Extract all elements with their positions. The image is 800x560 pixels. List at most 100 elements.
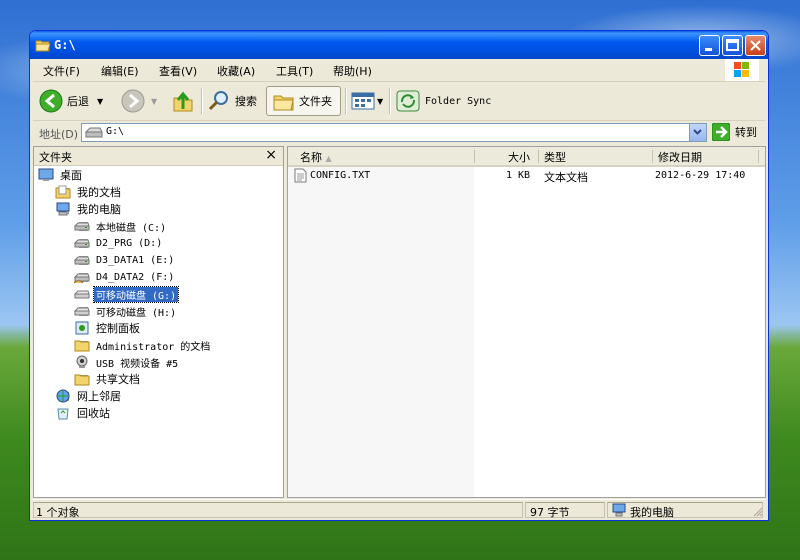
back-label: 后退	[67, 95, 89, 108]
menu-help[interactable]: 帮助(H)	[333, 63, 372, 79]
go-arrow-icon	[712, 123, 730, 141]
column-header-size[interactable]: 大小	[508, 149, 530, 165]
control-panel-icon	[75, 321, 89, 335]
windows-logo	[725, 59, 759, 81]
network-icon	[56, 389, 70, 403]
menu-edit[interactable]: 编辑(E)	[101, 63, 139, 79]
my-computer-icon	[612, 503, 626, 517]
file-modified: 2012-6-29 17:40	[655, 170, 746, 181]
recycle-bin-icon	[57, 408, 69, 420]
chevron-down-icon	[693, 129, 702, 135]
column-header-modified[interactable]: 修改日期	[658, 149, 702, 165]
status-location: 我的电脑	[630, 506, 674, 519]
tree-item[interactable]: 桌面	[38, 167, 84, 183]
sorted-column-background	[288, 167, 474, 497]
folder-icon	[74, 374, 90, 386]
removable-drive-icon	[74, 290, 90, 299]
tree-item[interactable]: D3_DATA1 (E:)	[74, 252, 176, 268]
up-folder-icon	[173, 91, 193, 112]
tree-item[interactable]: 可移动磁盘 (G:)	[74, 285, 180, 303]
minimize-button[interactable]	[699, 35, 720, 56]
close-button[interactable]	[745, 35, 766, 56]
tree-item[interactable]: 回收站	[55, 405, 112, 421]
search-label: 搜索	[235, 95, 257, 108]
close-icon	[750, 40, 761, 51]
folders-label: 文件夹	[299, 95, 332, 108]
tree-item[interactable]: 控制面板	[74, 320, 142, 336]
maximize-icon	[726, 39, 739, 51]
tree-item[interactable]: 本地磁盘 (C:)	[74, 218, 168, 234]
tree-item-label: 控制面板	[96, 322, 140, 335]
go-label: 转到	[735, 126, 757, 139]
tree-item-label: 本地磁盘 (C:)	[96, 222, 167, 234]
column-divider[interactable]	[758, 150, 759, 163]
status-objects: 1 个对象	[36, 506, 80, 519]
folders-pane-title: 文件夹	[39, 151, 72, 164]
windows-flag-icon	[734, 62, 749, 77]
folder-open-icon	[35, 40, 51, 52]
forward-button[interactable]: ▼	[121, 86, 157, 116]
toolbar-separator	[345, 88, 347, 114]
menu-tools[interactable]: 工具(T)	[276, 63, 313, 79]
column-header-type[interactable]: 类型	[544, 149, 566, 165]
views-icon	[351, 92, 375, 110]
maximize-button[interactable]	[722, 35, 743, 56]
column-divider[interactable]	[474, 150, 475, 163]
column-header-row: 名称 ▲ 大小 类型 修改日期	[288, 147, 765, 167]
tree-item[interactable]: 我的电脑	[55, 201, 123, 217]
up-folder-button[interactable]	[171, 86, 195, 116]
menu-bar: 文件(F) 编辑(E) 查看(V) 收藏(A) 工具(T) 帮助(H)	[33, 59, 765, 82]
address-label: 地址(D)	[39, 128, 79, 141]
folder-icon	[74, 340, 90, 352]
forward-arrow-icon	[121, 89, 145, 113]
tree-item-label: 桌面	[60, 169, 82, 182]
back-button[interactable]: 后退 ▼	[39, 86, 103, 116]
file-list-pane: 名称 ▲ 大小 类型 修改日期 CONFIG.TXT 1 KB 文本文档 201…	[287, 146, 766, 498]
tree-item[interactable]: 可移动磁盘 (H:)	[74, 303, 178, 319]
tree-item[interactable]: USB 视频设备 #5	[74, 354, 180, 370]
tree-item[interactable]: 我的文档	[55, 184, 123, 200]
webcam-icon	[76, 355, 88, 368]
tree-item[interactable]: D4_DATA2 (F:)	[74, 269, 176, 285]
toolbar-separator	[201, 88, 203, 114]
removable-drive-icon	[74, 307, 90, 316]
explorer-window: G:\ 文件(F) 编辑(E) 查看(V) 收藏(A) 工具(T) 帮助(H)	[29, 30, 769, 521]
tree-item-label: USB 视频设备 #5	[96, 358, 179, 370]
views-button[interactable]: ▼	[351, 86, 383, 116]
menu-view[interactable]: 查看(V)	[159, 63, 197, 79]
resize-grip-icon[interactable]	[751, 505, 763, 517]
title-bar[interactable]: G:\	[30, 31, 768, 59]
tree-item-label: Administrator 的文档	[96, 341, 211, 353]
file-row[interactable]: CONFIG.TXT 1 KB 文本文档 2012-6-29 17:40	[294, 168, 759, 184]
forward-dropdown-icon[interactable]: ▼	[151, 97, 157, 106]
column-divider[interactable]	[538, 150, 539, 163]
search-button[interactable]: 搜索	[207, 86, 257, 116]
minimize-icon	[705, 48, 712, 51]
status-location-panel: 我的电脑	[607, 502, 763, 519]
tree-item-label: 可移动磁盘 (H:)	[96, 307, 177, 319]
tree-item[interactable]: D2_PRG (D:)	[74, 235, 164, 251]
tree-item-label: D4_DATA2 (F:)	[96, 271, 175, 283]
folders-button[interactable]: 文件夹	[266, 86, 341, 116]
text-file-icon	[294, 168, 307, 183]
column-divider[interactable]	[652, 150, 653, 163]
folder-sync-icon	[396, 90, 420, 112]
search-icon	[208, 91, 228, 111]
tree-item[interactable]: Administrator 的文档	[74, 337, 212, 353]
tree-item-label: 网上邻居	[77, 390, 121, 403]
address-dropdown-button[interactable]	[689, 124, 706, 141]
address-input[interactable]: G:\	[81, 123, 707, 142]
menu-favorites[interactable]: 收藏(A)	[217, 63, 255, 79]
tree-item[interactable]: 网上邻居	[55, 388, 123, 404]
folder-sync-button[interactable]: Folder Sync	[396, 86, 491, 116]
column-header-name[interactable]: 名称 ▲	[300, 149, 332, 165]
window-title: G:\	[54, 38, 76, 52]
back-dropdown-icon[interactable]: ▼	[97, 97, 103, 106]
status-bar: 1 个对象 97 字节 我的电脑	[33, 499, 765, 520]
status-size-panel: 97 字节	[525, 502, 605, 519]
tree-item[interactable]: 共享文档	[74, 371, 142, 387]
go-button[interactable]: 转到	[712, 123, 757, 141]
folders-pane-close-button[interactable]: ×	[265, 147, 277, 163]
back-arrow-icon	[39, 89, 63, 113]
menu-file[interactable]: 文件(F)	[43, 63, 80, 79]
